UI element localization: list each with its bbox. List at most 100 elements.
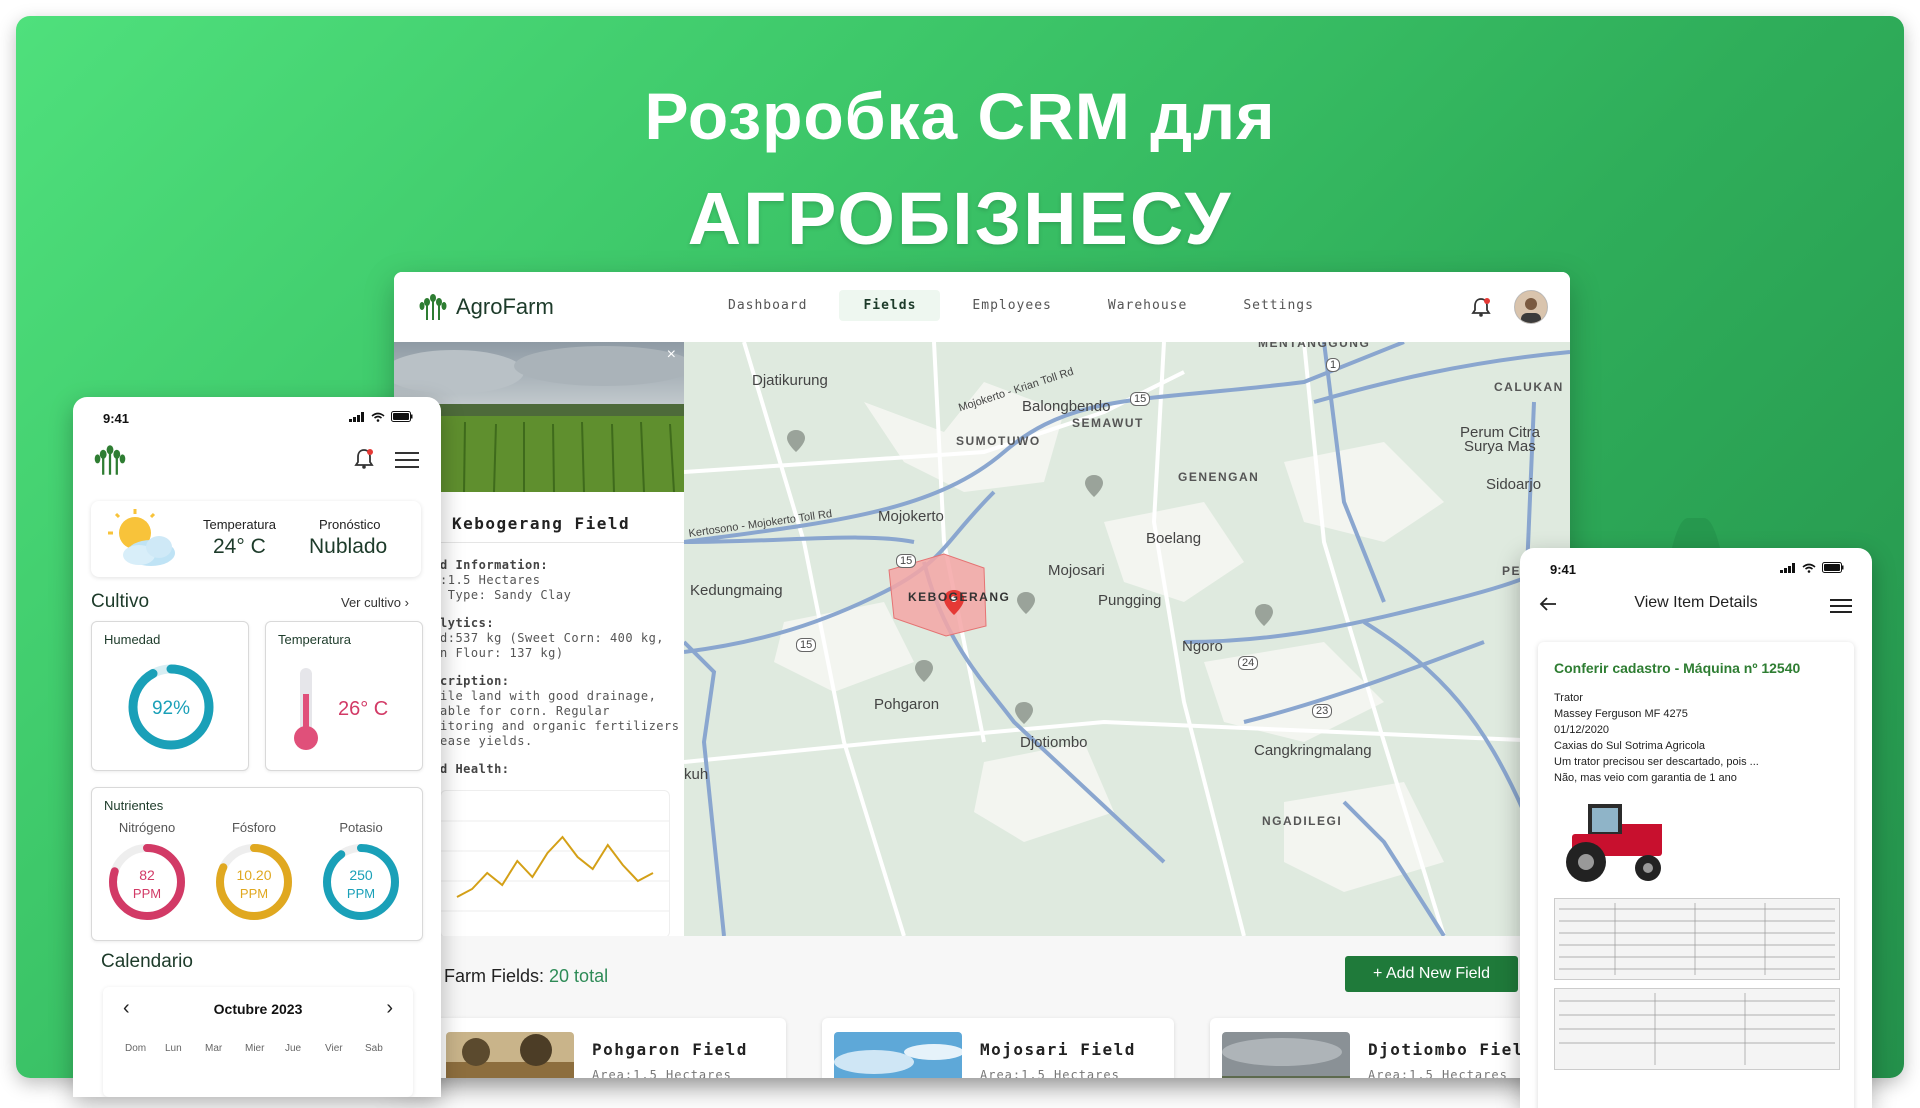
brand-logo[interactable]: AgroFarm	[418, 292, 554, 322]
notification-bell-icon[interactable]	[1470, 296, 1492, 323]
nutrient-label: Nitrógeno	[118, 820, 176, 835]
map-label-djotiombo: Djotiombo	[1020, 734, 1088, 751]
weekday-label: Lun	[165, 1043, 182, 1054]
partly-cloudy-icon	[108, 509, 175, 566]
weather-card: Temperatura 24° C Pronóstico Nublado	[91, 501, 421, 577]
mobile-app-left: 9:41 Temperatura 24° C Pronóstico Nublad…	[73, 397, 441, 1097]
ver-cultivo-link[interactable]: Ver cultivo ›	[341, 595, 409, 610]
menu-icon[interactable]	[395, 451, 419, 469]
humidity-ring: 92%	[128, 664, 214, 750]
item-line: Um trator precisou ser descartado, pois …	[1554, 756, 1759, 768]
item-line: 01/12/2020	[1554, 724, 1610, 736]
road-shield-15: 15	[896, 554, 917, 568]
nav-employees[interactable]: Employees	[948, 290, 1075, 321]
nutrient-ring: 82 PPM	[109, 844, 185, 920]
chevron-right-icon: ›	[404, 595, 409, 610]
weekday-label: Jue	[285, 1043, 302, 1054]
nutrient-value: 10.20	[236, 867, 271, 883]
nutrient-ring: 250 PPM	[323, 844, 399, 920]
health-series-line	[456, 835, 654, 898]
status-icons	[1780, 562, 1844, 573]
item-line: Caxias do Sul Sotrima Agricola	[1554, 740, 1706, 752]
document-scan	[1554, 988, 1840, 1070]
temperature-card-label: Temperatura	[278, 632, 351, 647]
map-label-kuh: kuh	[684, 766, 709, 783]
road-shield-15: 15	[1130, 392, 1151, 406]
field-card[interactable]: Mojosari Field Area:1.5 Hectares	[822, 1018, 1174, 1078]
main-nav: Dashboard Fields Employees Warehouse Set…	[704, 290, 1338, 321]
cultivo-title: Cultivo	[91, 591, 150, 612]
road-shield-24: 24	[1238, 656, 1259, 670]
map-label-mentanggung: MENTANGGUNG	[1258, 342, 1371, 350]
temperature-label: Temperatura	[203, 517, 276, 532]
field-thumbnail	[446, 1032, 574, 1078]
field-thumbnail	[1222, 1032, 1350, 1078]
map-label-kebogerang: KEBOGERANG	[908, 590, 1011, 604]
map-label-balongbendo: Balongbendo	[1022, 398, 1111, 415]
temperature-card[interactable]: Temperatura 26° C	[265, 621, 423, 771]
map-label-mojokerto: Mojokerto	[878, 508, 944, 525]
wifi-icon	[1802, 563, 1816, 573]
item-heading: Conferir cadastro - Máquina nº 12540	[1554, 660, 1801, 676]
calendar-month: Octubre 2023	[213, 1001, 303, 1017]
map-label-cangkringmalang: Cangkringmalang	[1254, 742, 1372, 759]
farm-fields-label: Farm Fields:	[444, 966, 545, 986]
user-avatar[interactable]	[1514, 290, 1548, 324]
map-label-djatikurung: Djatikurung	[752, 372, 828, 389]
nutrient-unit: PPM	[347, 886, 375, 901]
menu-icon[interactable]	[1830, 598, 1852, 614]
document-scan	[1554, 898, 1840, 980]
humidity-card[interactable]: Humedad 92%	[91, 621, 249, 771]
nav-settings[interactable]: Settings	[1219, 290, 1338, 321]
nav-fields[interactable]: Fields	[839, 290, 941, 321]
calendar-card: ‹ Octubre 2023 › Dom Lun Mar Mier Jue Vier Sab	[103, 987, 413, 1097]
calendar-title: Calendario	[101, 951, 193, 972]
mobile-app-right: 9:41 View Item Details Conferir cadastro…	[1520, 548, 1872, 1108]
weekday-label: Mier	[245, 1043, 265, 1054]
notification-bell-icon[interactable]	[353, 447, 375, 471]
nutrient-label: Potasio	[339, 820, 383, 835]
forecast-value: Nublado	[309, 535, 388, 558]
health-heading: d Health:	[440, 762, 510, 776]
nutrient-unit: PPM	[240, 886, 268, 901]
nutrients-card: Nutrientes Nitrógeno 82 PPM Fósforo 10.20 PPM…	[91, 787, 423, 941]
field-card-area: Area:1.5 Hectares	[980, 1068, 1120, 1078]
field-thumbnail	[834, 1032, 962, 1078]
info-lines: :1.5 Hectares Type: Sandy Clay	[440, 573, 572, 602]
humidity-value: 92%	[152, 698, 190, 719]
add-field-button[interactable]: + Add New Field	[1345, 956, 1518, 992]
map-label-ngoro: Ngoro	[1182, 638, 1223, 655]
field-card[interactable]: Djotiombo Field Area:1.5 Hectares	[1210, 1018, 1562, 1078]
item-line: Trator	[1554, 692, 1583, 704]
map-label-sumotuwo: SUMOTUWO	[956, 434, 1041, 448]
signal-icon	[1780, 562, 1795, 573]
headline-line1: Розробка CRM для	[644, 79, 1276, 153]
nutrient-value: 82	[139, 867, 155, 883]
brand-name: AgroFarm	[456, 294, 554, 319]
farm-fields-section: Farm Fields: 20 total + Add New Field Po…	[394, 936, 1570, 1078]
map-label-sidoarjo: Sidoarjo	[1486, 476, 1542, 493]
headline-line2: АГРОБІЗНЕСУ	[687, 177, 1233, 260]
field-card-name: Djotiombo Field	[1368, 1040, 1535, 1059]
wheat-logo-icon	[419, 294, 447, 320]
map-label-ngadilegi: NGADILEGI	[1262, 814, 1343, 828]
field-card[interactable]: Pohgaron Field Area:1.5 Hectares	[434, 1018, 786, 1078]
temperature-value: 24° C	[213, 535, 266, 558]
map-label-kedungmaing: Kedungmaing	[690, 582, 783, 599]
battery-icon	[391, 411, 413, 422]
nav-warehouse[interactable]: Warehouse	[1084, 290, 1211, 321]
description-heading: cription:	[440, 674, 510, 688]
wheat-logo-icon[interactable]	[93, 443, 127, 477]
farm-fields-heading: Farm Fields: 20 total	[444, 966, 608, 987]
nutrient-label: Fósforo	[231, 820, 277, 835]
close-panel-button[interactable]: ×	[667, 346, 676, 364]
humidity-label: Humedad	[104, 632, 161, 647]
chevron-right-icon[interactable]: ›	[386, 997, 393, 1020]
nav-dashboard[interactable]: Dashboard	[704, 290, 831, 321]
tractor-image	[1566, 804, 1662, 882]
weekday-label: Mar	[205, 1043, 223, 1054]
map-view[interactable]: Djatikurung Mojokerto - Krian Toll Rd Ba…	[684, 342, 1570, 936]
nutrients-title: Nutrientes	[104, 798, 164, 813]
ver-cultivo-label: Ver cultivo	[341, 595, 401, 610]
map-label-surya-mas: Surya Mas	[1464, 438, 1536, 455]
